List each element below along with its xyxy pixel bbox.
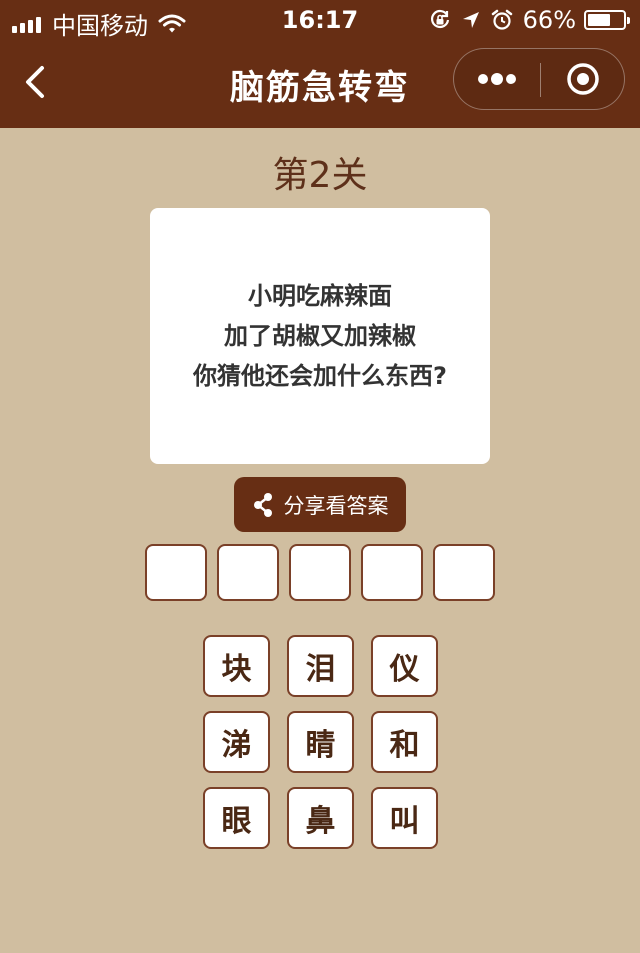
orientation-lock-icon bbox=[430, 9, 449, 29]
char-tile[interactable]: 鼻 bbox=[287, 787, 354, 849]
more-dots-icon bbox=[478, 73, 516, 85]
question-line: 你猜他还会加什么东西? bbox=[193, 362, 447, 390]
char-tile[interactable]: 睛 bbox=[287, 711, 354, 773]
miniprogram-capsule bbox=[453, 48, 625, 110]
char-tile[interactable]: 涕 bbox=[203, 711, 270, 773]
location-icon bbox=[462, 12, 479, 28]
answer-slot-4[interactable] bbox=[361, 544, 423, 601]
battery-icon bbox=[584, 10, 630, 30]
answer-slot-3[interactable] bbox=[289, 544, 351, 601]
answer-slot-2[interactable] bbox=[217, 544, 279, 601]
more-button[interactable] bbox=[454, 49, 540, 109]
nav-bar: 脑筋急转弯 bbox=[0, 40, 640, 128]
share-icon bbox=[253, 492, 272, 517]
top-bar: 中国移动 16:17 66% 脑筋急转弯 bbox=[0, 0, 640, 128]
share-label: 分享看答案 bbox=[283, 493, 389, 518]
target-circle-icon bbox=[567, 63, 599, 95]
char-tile[interactable]: 泪 bbox=[287, 635, 354, 697]
char-tile[interactable]: 块 bbox=[203, 635, 270, 697]
battery-fill bbox=[588, 14, 610, 26]
char-tile[interactable]: 和 bbox=[371, 711, 438, 773]
alarm-icon bbox=[491, 9, 512, 30]
answer-slot-1[interactable] bbox=[145, 544, 207, 601]
question-line: 加了胡椒又加辣椒 bbox=[224, 322, 416, 350]
char-tile[interactable]: 叫 bbox=[371, 787, 438, 849]
battery-percent: 66% bbox=[522, 6, 576, 34]
level-title: 第2关 bbox=[272, 155, 368, 196]
answer-slot-5[interactable] bbox=[433, 544, 495, 601]
question-line: 小明吃麻辣面 bbox=[248, 282, 392, 310]
close-miniprogram-button[interactable] bbox=[541, 49, 625, 109]
status-right: 66% bbox=[419, 6, 630, 34]
status-bar: 中国移动 16:17 66% bbox=[0, 0, 640, 40]
char-tile[interactable]: 仪 bbox=[371, 635, 438, 697]
question-card: 小明吃麻辣面 加了胡椒又加辣椒 你猜他还会加什么东西? bbox=[150, 208, 490, 464]
char-tile[interactable]: 眼 bbox=[203, 787, 270, 849]
share-for-answer-button[interactable]: 分享看答案 bbox=[234, 477, 406, 532]
